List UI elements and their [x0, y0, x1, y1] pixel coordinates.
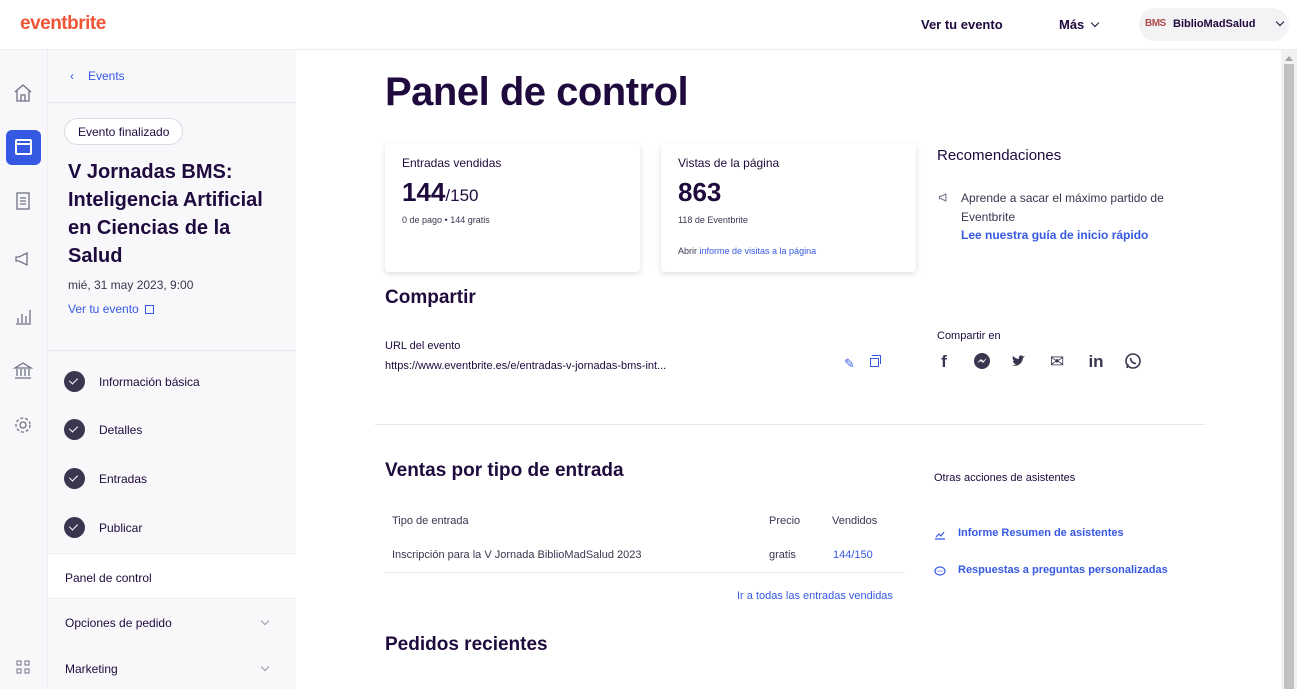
orders-icon[interactable]: [12, 190, 34, 212]
sold-count: 144: [402, 177, 446, 207]
organizer-name: BiblioMadSalud: [1173, 18, 1256, 30]
divider: [48, 102, 296, 103]
facebook-icon[interactable]: f: [932, 352, 956, 372]
view-event-label: Ver tu evento: [68, 302, 139, 316]
sales-by-ticket-title: Ventas por tipo de entrada: [385, 460, 624, 481]
attendee-summary-report-link[interactable]: Informe Resumen de asistentes: [958, 527, 1124, 539]
page-title: Panel de control: [385, 70, 689, 114]
linkedin-icon[interactable]: in: [1084, 352, 1108, 372]
check-icon: [64, 419, 85, 440]
email-icon[interactable]: ✉: [1045, 352, 1069, 372]
home-icon[interactable]: [12, 82, 34, 104]
share-title: Compartir: [385, 287, 476, 308]
pencil-icon[interactable]: ✎: [844, 356, 855, 372]
all-tickets-sold-link[interactable]: Ir a todas las entradas vendidas: [737, 590, 893, 602]
settings-icon[interactable]: [12, 414, 34, 436]
event-date: mié, 31 may 2023, 9:00: [68, 278, 194, 292]
calendar-icon[interactable]: [6, 130, 41, 165]
card-subtext: 0 de pago • 144 gratis: [402, 215, 490, 225]
sold-cell-link[interactable]: 144/150: [833, 549, 873, 561]
more-label: Más: [1059, 17, 1085, 32]
card-label: Entradas vendidas: [402, 156, 502, 170]
nav-label: Panel de control: [65, 571, 152, 585]
col-sold: Vendidos: [832, 515, 878, 527]
chevron-down-icon: [260, 662, 270, 672]
divider: [48, 350, 296, 351]
more-menu[interactable]: Más: [1059, 17, 1100, 32]
row-divider: [385, 572, 905, 573]
col-price: Precio: [769, 515, 801, 527]
chevron-left-icon: ‹: [70, 69, 74, 83]
back-label: Events: [88, 69, 125, 83]
reports-icon[interactable]: [12, 305, 34, 327]
scroll-thumb[interactable]: [1284, 64, 1294, 689]
check-icon: [64, 468, 85, 489]
eventbrite-logo[interactable]: eventbrite: [20, 13, 106, 35]
step-label: Publicar: [99, 521, 143, 535]
chart-line-icon: [934, 528, 946, 543]
step-label: Entradas: [99, 472, 148, 486]
messenger-icon[interactable]: [970, 352, 994, 375]
check-icon: [64, 371, 85, 392]
organizer-menu[interactable]: BMS BiblioMadSalud: [1139, 8, 1289, 41]
event-title: V Jornadas BMS: Inteligencia Artificial …: [68, 161, 263, 267]
view-event-sidebar-link[interactable]: Ver tu evento: [68, 302, 154, 316]
chevron-down-icon: [260, 616, 270, 626]
view-event-link[interactable]: Ver tu evento: [921, 17, 1003, 32]
copy-icon[interactable]: [870, 355, 881, 367]
top-bar: eventbrite Ver tu evento Más BMS BiblioM…: [0, 0, 1297, 50]
finance-icon[interactable]: [12, 360, 34, 382]
nav-label: Marketing: [65, 662, 118, 676]
share-on-label: Compartir en: [937, 330, 1001, 342]
divider: [375, 424, 1205, 425]
organizer-logo: BMS: [1145, 18, 1166, 29]
twitter-icon[interactable]: [1007, 352, 1031, 375]
step-label: Información básica: [99, 375, 200, 389]
quickstart-guide-link[interactable]: Lee nuestra guía de inicio rápido: [961, 228, 1148, 242]
check-icon: [64, 517, 85, 538]
chevron-down-icon: [1275, 17, 1285, 27]
chat-bubble-icon: [934, 565, 946, 580]
custom-questions-answers-link[interactable]: Respuestas a preguntas personalizadas: [958, 564, 1168, 576]
whatsapp-icon[interactable]: [1121, 352, 1145, 375]
nav-dashboard[interactable]: Panel de control: [48, 553, 296, 599]
tickets-sold-value: 144/150: [402, 177, 478, 208]
step-label: Detalles: [99, 423, 143, 437]
back-to-events-link[interactable]: ‹ Events: [70, 69, 125, 83]
event-url: https://www.eventbrite.es/e/entradas-v-j…: [385, 360, 667, 372]
capacity: /150: [445, 186, 479, 205]
page-views-value: 863: [678, 177, 722, 207]
page-views-card: Vistas de la página 863 118 de Eventbrit…: [661, 143, 916, 272]
event-url-label: URL del evento: [385, 340, 461, 352]
page-views-report: Abrir informe de visitas a la página: [678, 246, 816, 256]
megaphone-icon: [937, 191, 950, 207]
external-link-icon: [144, 305, 154, 314]
price-cell: gratis: [769, 549, 796, 561]
recommendations-title: Recomendaciones: [937, 147, 1062, 164]
ticket-type-cell: Inscripción para la V Jornada BiblioMadS…: [392, 549, 642, 561]
nav-label: Opciones de pedido: [65, 616, 172, 630]
chevron-down-icon: [1091, 18, 1100, 28]
icon-rail: [0, 50, 48, 689]
apps-icon[interactable]: [12, 656, 34, 678]
megaphone-icon[interactable]: [12, 248, 34, 270]
recommendation-text: Aprende a sacar el máximo partido de Eve…: [961, 191, 1164, 224]
event-sidebar: ‹ Events Evento finalizado V Jornadas BMS…: [48, 50, 296, 689]
recent-orders-title: Pedidos recientes: [385, 634, 548, 655]
card-label: Vistas de la página: [678, 156, 780, 170]
card-subtext: 118 de Eventbrite: [678, 215, 748, 225]
status-badge: Evento finalizado: [64, 118, 184, 145]
page-views-report-link[interactable]: informe de visitas a la página: [700, 246, 817, 256]
scroll-up-icon[interactable]: [1285, 56, 1293, 61]
tickets-sold-card: Entradas vendidas 144/150 0 de pago • 14…: [385, 143, 640, 272]
scrollbar[interactable]: [1281, 50, 1297, 689]
other-actions-title: Otras acciones de asistentes: [934, 472, 1076, 484]
link-prefix: Abrir: [678, 246, 700, 256]
col-ticket-type: Tipo de entrada: [392, 515, 469, 527]
